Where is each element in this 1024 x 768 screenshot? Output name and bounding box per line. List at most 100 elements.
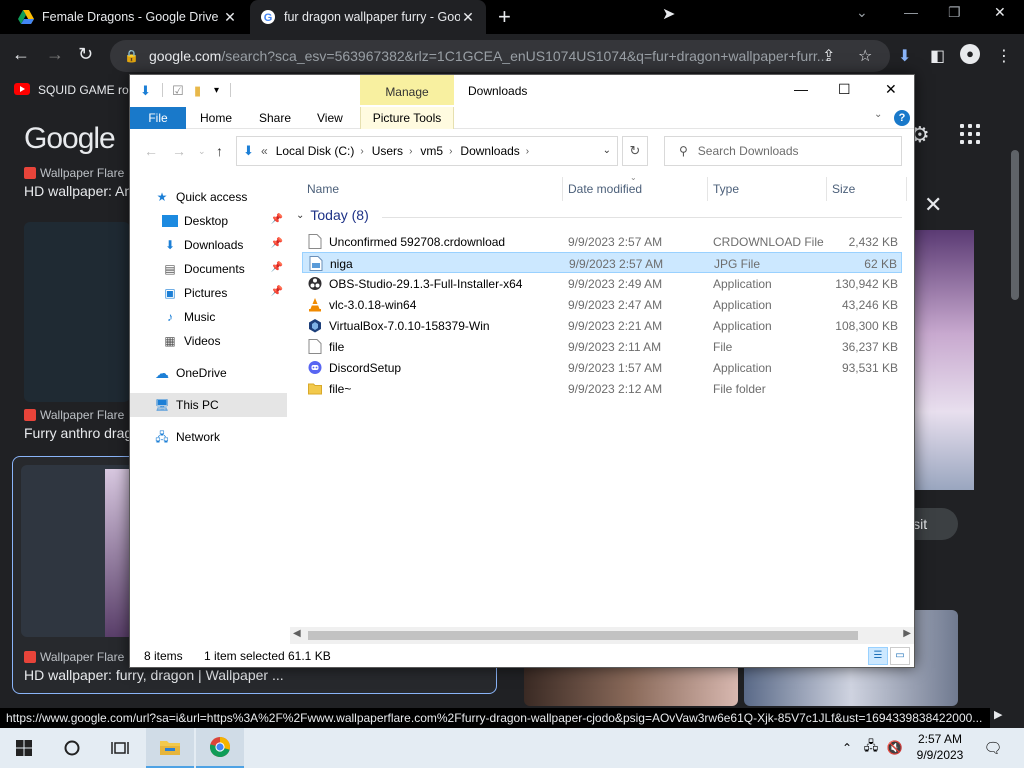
google-logo[interactable]: Google: [24, 122, 116, 156]
nav-music[interactable]: ♪ Music: [130, 305, 287, 329]
chevron-right-icon[interactable]: ›: [449, 146, 452, 157]
tab-home[interactable]: Home: [200, 107, 232, 129]
column-header-date[interactable]: Date modified: [568, 177, 703, 201]
group-header-today[interactable]: ⌄ Today (8): [296, 207, 369, 223]
tab-picture-tools[interactable]: Picture Tools: [360, 107, 454, 129]
large-icons-view-icon[interactable]: ▭: [890, 647, 910, 665]
result-card[interactable]: Wallpaper Flare HD wallpaper: An: [24, 166, 132, 199]
file-row[interactable]: Unconfirmed 592708.crdownload 9/9/2023 2…: [302, 231, 902, 252]
result-card[interactable]: Wallpaper Flare Furry anthro drag: [24, 408, 132, 441]
address-bar[interactable]: ⬇ « Local Disk (C:) › Users › vm5 › Down…: [236, 136, 618, 166]
restore-icon[interactable]: ❐: [948, 4, 961, 21]
tab-file[interactable]: File: [130, 107, 186, 129]
taskbar-file-explorer[interactable]: [146, 728, 194, 768]
breadcrumb-users[interactable]: Users: [372, 144, 403, 158]
refresh-button[interactable]: ↻: [622, 136, 648, 166]
chevron-down-icon[interactable]: ⌄: [603, 145, 611, 156]
share-icon[interactable]: ⇪: [822, 46, 835, 66]
new-folder-icon[interactable]: ▮: [194, 83, 201, 99]
profile-avatar[interactable]: ●: [960, 44, 980, 64]
scroll-right-icon[interactable]: ▶: [903, 628, 911, 639]
up-arrow-icon[interactable]: ↑: [216, 143, 223, 159]
taskbar-chrome[interactable]: [196, 728, 244, 768]
chevron-down-icon[interactable]: ⌄: [874, 109, 882, 120]
breadcrumb-local-disk[interactable]: Local Disk (C:): [276, 144, 355, 158]
search-box[interactable]: ⚲: [664, 136, 902, 166]
properties-icon[interactable]: ☑: [172, 83, 184, 99]
side-panel-icon[interactable]: ◧: [930, 46, 945, 66]
start-button[interactable]: [0, 728, 48, 768]
column-header-type[interactable]: Type: [713, 177, 823, 201]
tab-google-drive[interactable]: Female Dragons - Google Drive ✕: [8, 0, 248, 34]
close-preview-icon[interactable]: ✕: [924, 192, 942, 218]
details-view-icon[interactable]: ☰: [868, 647, 888, 665]
volume-muted-icon[interactable]: 🔇: [884, 728, 906, 768]
back-arrow-icon[interactable]: ←: [144, 143, 158, 159]
page-scrollbar[interactable]: [1008, 140, 1022, 710]
download-icon[interactable]: ⬇: [898, 46, 911, 66]
new-tab-button[interactable]: +: [498, 6, 511, 28]
file-row[interactable]: file~ 9/9/2023 2:12 AM File folder: [302, 378, 902, 399]
system-clock[interactable]: 2:57 AM 9/9/2023: [910, 731, 970, 763]
close-icon[interactable]: ✕: [460, 9, 476, 26]
minimize-icon[interactable]: —: [794, 81, 808, 97]
chevron-right-icon[interactable]: ›: [409, 146, 412, 157]
maximize-icon[interactable]: ☐: [838, 81, 851, 98]
file-row[interactable]: OBS-Studio-29.1.3-Full-Installer-x64 9/9…: [302, 273, 902, 294]
chevron-right-icon[interactable]: ›: [526, 146, 529, 157]
customize-toolbar-icon[interactable]: ▾: [214, 85, 219, 96]
file-row-selected[interactable]: niga 9/9/2023 2:57 AM JPG File 62 KB: [302, 252, 902, 273]
file-row[interactable]: VirtualBox-7.0.10-158379-Win 9/9/2023 2:…: [302, 315, 902, 336]
horizontal-scrollbar[interactable]: ◀ ▶: [290, 627, 914, 644]
breadcrumb-downloads[interactable]: Downloads: [460, 144, 519, 158]
nav-pictures[interactable]: ▣ Pictures 📌: [130, 281, 287, 305]
close-window-icon[interactable]: ✕: [994, 4, 1006, 21]
file-row[interactable]: vlc-3.0.18-win64 9/9/2023 2:47 AM Applic…: [302, 294, 902, 315]
scroll-left-icon[interactable]: ◀: [293, 628, 301, 639]
menu-icon[interactable]: ⋮: [996, 46, 1012, 66]
nav-videos[interactable]: ▦ Videos: [130, 329, 287, 353]
overflow-chevron-icon[interactable]: «: [261, 144, 268, 158]
search-button[interactable]: [48, 728, 96, 768]
file-row[interactable]: DiscordSetup 9/9/2023 1:57 AM Applicatio…: [302, 357, 902, 378]
tab-share[interactable]: Share: [259, 107, 291, 129]
nav-downloads[interactable]: ⬇ Downloads 📌: [130, 233, 287, 257]
task-view-button[interactable]: [96, 728, 144, 768]
address-bar[interactable]: 🔒 google.com /search?sca_esv=563967382&r…: [110, 40, 890, 72]
chevron-down-icon[interactable]: ⌄: [856, 4, 868, 21]
nav-this-pc[interactable]: 🖥 This PC: [130, 393, 287, 417]
preview-image[interactable]: [914, 230, 974, 490]
tab-view[interactable]: View: [317, 107, 343, 129]
nav-desktop[interactable]: Desktop 📌: [130, 209, 287, 233]
nav-quick-access[interactable]: ★ Quick access: [130, 185, 287, 209]
forward-arrow-icon[interactable]: →: [46, 44, 64, 64]
scrollbar-thumb[interactable]: [1011, 150, 1019, 300]
nav-network[interactable]: 🖧 Network: [130, 425, 287, 449]
notifications-icon[interactable]: 🗨: [978, 728, 1008, 768]
column-header-size[interactable]: Size: [832, 177, 902, 201]
file-row[interactable]: file 9/9/2023 2:11 AM File 36,237 KB: [302, 336, 902, 357]
chevron-right-icon[interactable]: ›: [360, 146, 363, 157]
tab-google-search[interactable]: G fur dragon wallpaper furry - Goo ✕: [250, 0, 486, 34]
show-hidden-icons-chevron-icon[interactable]: ⌃: [836, 728, 858, 768]
nav-onedrive[interactable]: ☁ OneDrive: [130, 361, 287, 385]
close-icon[interactable]: ✕: [222, 9, 238, 26]
bookmark-squid-game[interactable]: SQUID GAME rob: [38, 83, 135, 97]
chevron-down-icon[interactable]: ⌄: [296, 210, 304, 221]
reload-icon[interactable]: ↻: [78, 44, 93, 64]
nav-documents[interactable]: ▤ Documents 📌: [130, 257, 287, 281]
manage-tab[interactable]: Manage: [360, 75, 454, 105]
apps-grid-icon[interactable]: [960, 124, 980, 144]
close-icon[interactable]: ✕: [885, 81, 897, 98]
column-header-name[interactable]: Name: [307, 177, 557, 201]
back-arrow-icon[interactable]: ←: [12, 44, 30, 64]
network-status-icon[interactable]: 🖧: [860, 728, 882, 768]
search-input[interactable]: [697, 144, 878, 158]
result-thumbnail[interactable]: [24, 222, 130, 402]
star-icon[interactable]: ☆: [858, 46, 872, 66]
breadcrumb-vm5[interactable]: vm5: [420, 144, 443, 158]
minimize-icon[interactable]: —: [904, 4, 918, 20]
forward-arrow-icon[interactable]: →: [172, 143, 186, 159]
scrollbar-thumb[interactable]: [308, 631, 858, 640]
recent-locations-icon[interactable]: ⌄: [198, 146, 206, 157]
